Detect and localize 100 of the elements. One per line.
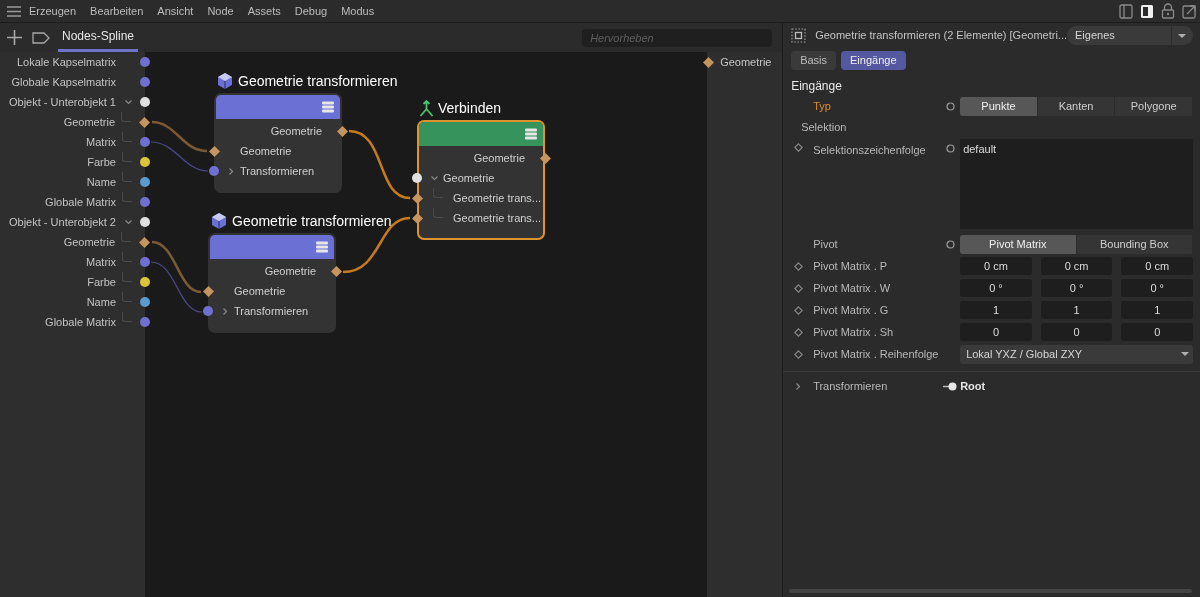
keyframe-diamond-icon[interactable] bbox=[793, 349, 803, 359]
sidebar-layout-icon[interactable] bbox=[1119, 3, 1133, 19]
add-icon[interactable] bbox=[7, 30, 22, 45]
number-field[interactable]: 0 bbox=[1040, 323, 1113, 341]
panel-icon[interactable] bbox=[1140, 3, 1154, 19]
number-field[interactable]: 0 ° bbox=[1121, 279, 1193, 297]
menu-icon[interactable] bbox=[7, 5, 21, 17]
link-value: Root bbox=[960, 378, 986, 394]
field-label: Pivot Matrix . G bbox=[813, 302, 890, 318]
expand-chevron-icon[interactable] bbox=[124, 99, 132, 105]
port-connected-icon[interactable] bbox=[943, 381, 958, 391]
port-diamond[interactable] bbox=[330, 265, 342, 277]
number-field[interactable]: 0 cm bbox=[1040, 257, 1113, 275]
group-label: Selektion bbox=[800, 119, 848, 135]
port-diamond[interactable] bbox=[703, 56, 715, 68]
segment-option[interactable]: Bounding Box bbox=[1076, 234, 1193, 254]
search-field[interactable]: Hervorheben bbox=[582, 28, 773, 47]
field-label: Transformieren bbox=[813, 378, 889, 394]
menu-item[interactable]: Assets bbox=[247, 2, 281, 20]
keyframe-diamond-icon[interactable] bbox=[793, 261, 803, 271]
number-field[interactable]: 0 ° bbox=[1040, 279, 1113, 297]
number-field[interactable]: 1 bbox=[1121, 301, 1193, 319]
node-title: Geometrie transformieren bbox=[238, 71, 398, 91]
preset-dropdown[interactable]: Eigenes bbox=[1067, 26, 1193, 45]
tab[interactable]: Basis bbox=[791, 51, 837, 70]
merge-arrow-icon bbox=[419, 99, 434, 117]
port-label: Farbe bbox=[87, 274, 116, 290]
port-label: Geometrie bbox=[63, 234, 115, 250]
number-field[interactable]: 0 bbox=[960, 323, 1032, 341]
field-label: Pivot bbox=[813, 236, 839, 252]
port-label: Transformieren bbox=[240, 163, 315, 179]
tag-icon[interactable] bbox=[32, 31, 50, 44]
wire bbox=[151, 240, 202, 294]
keyframe-diamond-icon[interactable] bbox=[793, 283, 803, 293]
dropdown-caret-icon[interactable] bbox=[1181, 352, 1189, 356]
port-label: Name bbox=[86, 174, 116, 190]
port-label: Geometrie bbox=[240, 143, 292, 159]
wire bbox=[150, 261, 203, 313]
port-toggle-icon[interactable] bbox=[945, 144, 955, 153]
port-label: Globale Kapselmatrix bbox=[11, 74, 116, 90]
port-toggle-icon[interactable] bbox=[945, 239, 955, 249]
keyframe-diamond-icon[interactable] bbox=[793, 327, 803, 337]
port-diamond[interactable] bbox=[139, 236, 150, 248]
menu-item[interactable]: Ansicht bbox=[157, 2, 194, 20]
order-dropdown[interactable]: Lokal YXZ / Global ZXY bbox=[960, 344, 1193, 364]
section-heading: Eingänge bbox=[790, 78, 843, 95]
menu-item[interactable]: Erzeugen bbox=[29, 2, 77, 20]
node-card[interactable]: Geometrie Geometrie Transformieren bbox=[214, 93, 342, 193]
port-label: Geometrie bbox=[443, 170, 495, 186]
node-card[interactable]: Geometrie Geometrie Geometrie trans... Geometrie trans... bbox=[417, 120, 545, 240]
menu-item[interactable]: Modus bbox=[341, 2, 375, 20]
port-toggle-icon[interactable] bbox=[945, 101, 955, 111]
port-label: Matrix bbox=[86, 254, 116, 270]
port-diamond[interactable] bbox=[411, 192, 423, 204]
port-diamond[interactable] bbox=[208, 145, 220, 157]
port-diamond[interactable] bbox=[202, 285, 214, 297]
keyframe-diamond-icon[interactable] bbox=[793, 143, 803, 152]
segment-option[interactable]: Polygone bbox=[1115, 96, 1193, 116]
number-field[interactable]: 0 cm bbox=[960, 257, 1032, 275]
expand-chevron-icon[interactable] bbox=[124, 219, 132, 225]
tab[interactable]: Eingänge bbox=[841, 51, 906, 70]
selection-icon bbox=[791, 28, 807, 43]
external-window-icon[interactable] bbox=[1182, 3, 1196, 19]
segment-option[interactable]: Pivot Matrix bbox=[960, 234, 1077, 254]
port-diamond[interactable] bbox=[139, 116, 150, 128]
menu-item[interactable]: Bearbeiten bbox=[90, 2, 144, 20]
expand-chevron-icon[interactable] bbox=[430, 175, 438, 181]
field-label: Pivot Matrix . Reihenfolge bbox=[813, 346, 940, 362]
cube-icon bbox=[210, 212, 228, 230]
number-field[interactable]: 1 bbox=[960, 301, 1032, 319]
wire bbox=[348, 129, 411, 200]
menu-item[interactable]: Debug bbox=[294, 2, 328, 20]
port-diamond[interactable] bbox=[539, 152, 551, 164]
node-card[interactable]: Geometrie Geometrie Transformieren bbox=[208, 233, 336, 333]
port-label: Objekt - Unterobjekt 1 bbox=[9, 94, 116, 110]
port-label: Geometrie bbox=[720, 54, 772, 70]
number-field[interactable]: 1 bbox=[1040, 301, 1113, 319]
port-diamond[interactable] bbox=[411, 212, 423, 224]
expand-chevron-icon[interactable] bbox=[795, 382, 801, 390]
expand-chevron-icon[interactable] bbox=[222, 307, 228, 315]
node-title: Verbinden bbox=[438, 98, 502, 118]
field-label: Selektionszeichenfolge bbox=[813, 143, 927, 158]
text-area[interactable]: default bbox=[960, 139, 1193, 229]
number-field[interactable]: 0 bbox=[1121, 323, 1193, 341]
port-label: Geometrie bbox=[473, 150, 525, 166]
object-title: Geometrie transformieren (2 Elemente) [Geometri... bbox=[815, 28, 1067, 44]
wire bbox=[150, 141, 209, 172]
expand-chevron-icon[interactable] bbox=[228, 167, 234, 175]
port-diamond[interactable] bbox=[336, 125, 348, 137]
keyframe-diamond-icon[interactable] bbox=[793, 305, 803, 315]
lock-icon[interactable] bbox=[1161, 3, 1175, 19]
port-label: Globale Matrix bbox=[45, 194, 116, 210]
number-field[interactable]: 0 cm bbox=[1121, 257, 1193, 275]
port-label: Geometrie bbox=[63, 114, 115, 130]
menu-item[interactable]: Node bbox=[207, 2, 234, 20]
segment-option[interactable]: Punkte bbox=[960, 96, 1038, 116]
segment-option[interactable]: Kanten bbox=[1037, 96, 1116, 116]
port-label: Globale Matrix bbox=[45, 314, 116, 330]
number-field[interactable]: 0 ° bbox=[960, 279, 1032, 297]
port-label: Geometrie bbox=[270, 123, 322, 139]
